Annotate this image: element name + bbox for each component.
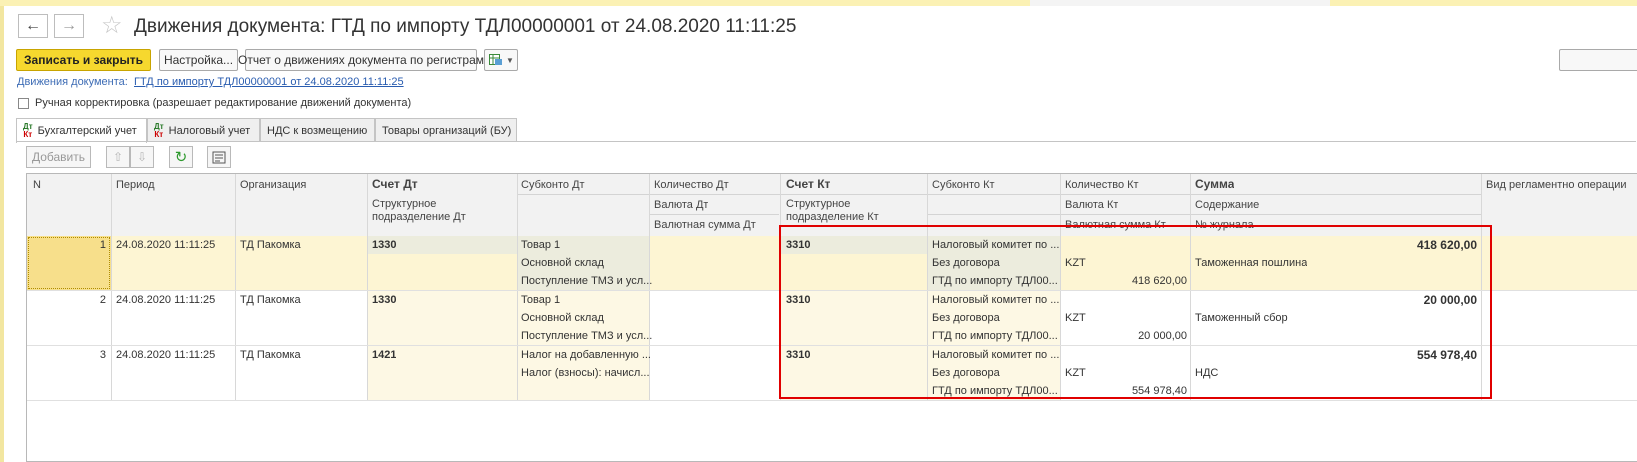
cell-acc-dt[interactable]: 1330	[372, 294, 396, 306]
tab-divider	[16, 141, 1636, 142]
cell-acc-dt[interactable]: 1421	[372, 349, 396, 361]
header-content[interactable]: Содержание	[1195, 199, 1259, 211]
cell-org[interactable]: ТД Пакомка	[240, 239, 301, 251]
header-currency-dt[interactable]: Валюта Дт	[654, 199, 708, 211]
save-close-button[interactable]: Записать и закрыть	[16, 49, 151, 71]
col-divider	[111, 174, 112, 400]
tab-goods[interactable]: Товары организаций (БУ)	[375, 118, 517, 142]
highlight-box	[779, 225, 1492, 399]
header-op-type[interactable]: Вид регламентно операции	[1486, 179, 1636, 192]
cell-subconto-dt-1[interactable]: Товар 1	[521, 239, 560, 251]
header-org[interactable]: Организация	[240, 179, 306, 191]
tab-tax[interactable]: Дт Кт Налоговый учет	[147, 118, 260, 142]
col-divider	[367, 174, 368, 400]
header-divider	[517, 194, 1482, 195]
cell-subconto-dt-1[interactable]: Товар 1	[521, 294, 560, 306]
col-divider	[517, 174, 518, 400]
cell-org[interactable]: ТД Пакомка	[240, 349, 301, 361]
cell-n[interactable]: 3	[27, 349, 106, 361]
arrow-left-icon: ←	[25, 17, 41, 34]
chevron-down-icon: ▼	[506, 55, 514, 65]
cell-n[interactable]: 2	[27, 294, 106, 306]
document-link[interactable]: ГТД по импорту ТДЛ00000001 от 24.08.2020…	[134, 76, 404, 88]
arrow-down-icon: ⇩	[136, 150, 148, 164]
dt-kt-icon: Дт Кт	[23, 122, 33, 139]
add-button[interactable]: Добавить	[26, 146, 91, 168]
arrow-right-icon: →	[61, 17, 77, 34]
dt-kt-icon: Дт Кт	[154, 121, 164, 139]
header-subconto-dt[interactable]: Субконто Дт	[521, 179, 585, 191]
cell-subconto-dt-3[interactable]: Поступление ТМЗ и усл...	[521, 275, 652, 287]
arrow-up-icon: ⇧	[112, 150, 124, 164]
header-cursum-dt[interactable]: Валютная сумма Дт	[654, 219, 756, 231]
cell-org[interactable]: ТД Пакомка	[240, 294, 301, 306]
header-currency-kt[interactable]: Валюта Кт	[1065, 199, 1118, 211]
header-qty-kt[interactable]: Количество Кт	[1065, 179, 1139, 191]
header-period[interactable]: Период	[116, 179, 155, 191]
cell-period[interactable]: 24.08.2020 11:11:25	[116, 294, 215, 306]
top-strip	[0, 0, 1637, 6]
back-button[interactable]: ←	[18, 14, 48, 38]
cell-subconto-dt-2[interactable]: Основной склад	[521, 257, 604, 269]
tab-label: Бухгалтерский учет	[37, 125, 137, 137]
refresh-button[interactable]: ↻	[169, 146, 193, 168]
header-divider	[927, 214, 1482, 215]
row-divider	[27, 400, 1637, 401]
header-n[interactable]: N	[33, 179, 41, 191]
header-acc-dt-sub[interactable]: Структурное подразделение Дт	[372, 198, 517, 224]
breadcrumb: Движения документа: ГТД по импорту ТДЛ00…	[17, 76, 404, 88]
list-export-icon	[212, 151, 226, 163]
output-list-button[interactable]	[207, 146, 231, 168]
left-edge-bar	[0, 6, 4, 462]
tab-accounting[interactable]: Дт Кт Бухгалтерский учет	[16, 118, 147, 143]
cell-acc-dt[interactable]: 1330	[372, 239, 396, 251]
tab-label: НДС к возмещению	[267, 124, 368, 137]
header-qty-dt[interactable]: Количество Дт	[654, 179, 729, 191]
header-acc-kt[interactable]: Счет Кт	[786, 177, 830, 191]
manual-edit-checkbox[interactable]	[18, 98, 29, 109]
spreadsheet-icon	[489, 54, 502, 65]
col-divider	[235, 174, 236, 400]
header-subconto-kt[interactable]: Субконто Кт	[932, 179, 995, 191]
header-acc-kt-sub[interactable]: Структурное подразделение Кт	[786, 198, 931, 224]
tab-label: Товары организаций (БУ)	[382, 124, 512, 137]
star-icon[interactable]: ☆	[101, 13, 123, 39]
page-title: Движения документа: ГТД по импорту ТДЛ00…	[134, 16, 797, 37]
refresh-icon: ↻	[174, 149, 188, 166]
tab-vat[interactable]: НДС к возмещению	[260, 118, 375, 142]
right-edge-button[interactable]	[1559, 49, 1637, 71]
header-acc-dt[interactable]: Счет Дт	[372, 177, 418, 191]
cell-n[interactable]: 1	[27, 239, 106, 251]
cell-period[interactable]: 24.08.2020 11:11:25	[116, 349, 215, 361]
cell-subconto-dt-1[interactable]: Налог на добавленную ...	[521, 349, 651, 361]
cell-subconto-dt-3[interactable]: Поступление ТМЗ и усл...	[521, 330, 652, 342]
header-sum[interactable]: Сумма	[1195, 177, 1234, 191]
cell-subconto-dt-2[interactable]: Налог (взносы): начисл...	[521, 367, 650, 379]
cell-period[interactable]: 24.08.2020 11:11:25	[116, 239, 215, 251]
forward-button[interactable]: →	[54, 14, 84, 38]
settings-button[interactable]: Настройка...	[159, 49, 238, 71]
report-button[interactable]: Отчет о движениях документа по регистрам	[238, 49, 484, 71]
breadcrumb-label: Движения документа:	[17, 76, 128, 88]
manual-edit-label: Ручная корректировка (разрешает редактир…	[35, 97, 412, 109]
header-divider	[649, 214, 779, 215]
move-up-button[interactable]: ⇧	[106, 146, 130, 168]
cell-subconto-dt-2[interactable]: Основной склад	[521, 312, 604, 324]
top-strip-inner	[1030, 0, 1330, 6]
tab-label: Налоговый учет	[168, 124, 251, 137]
move-down-button[interactable]: ⇩	[130, 146, 154, 168]
export-dropdown-button[interactable]: ▼	[484, 49, 518, 71]
